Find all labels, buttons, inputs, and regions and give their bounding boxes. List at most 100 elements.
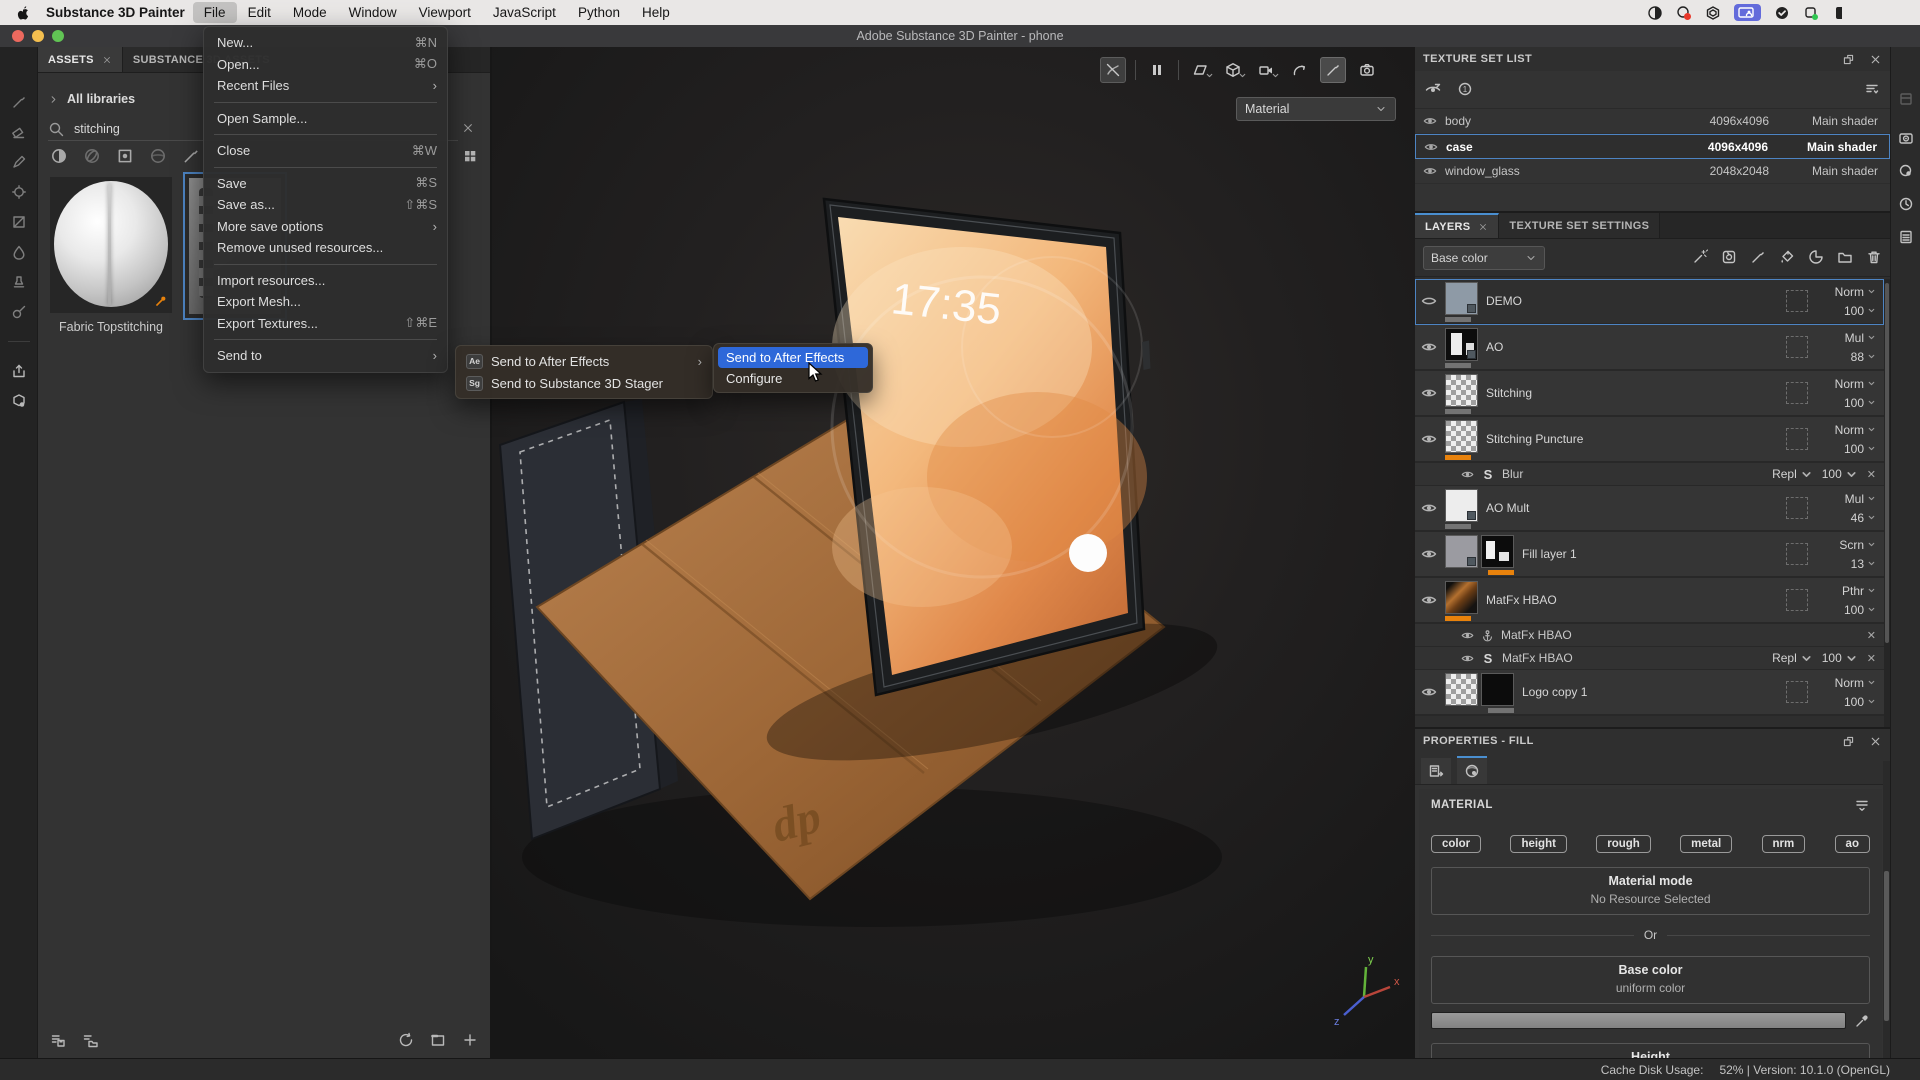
effect-row-blur[interactable]: S Blur Repl 100 ✕ [1415, 463, 1884, 486]
geometry-mode-button[interactable] [1221, 58, 1246, 82]
texture-set-shader[interactable]: Main shader [1777, 164, 1882, 178]
screen-record-icon[interactable] [1676, 4, 1692, 21]
mask-placeholder[interactable] [1786, 681, 1808, 703]
file-menu-item-recent-files[interactable]: Recent Files › [204, 75, 447, 97]
file-menu-item-open[interactable]: Open... ⌘O [204, 54, 447, 76]
opacity-select[interactable]: 13 [1851, 557, 1876, 571]
layer-row-stitching[interactable]: Stitching Norm 100 [1415, 371, 1884, 417]
texture-set-shader[interactable]: Main shader [1776, 140, 1881, 154]
layer-mask-thumbnail[interactable] [1481, 535, 1514, 568]
asset-thumbnail[interactable] [50, 177, 172, 313]
eye-icon[interactable] [1461, 628, 1474, 642]
blend-mode-select[interactable]: Norm [1835, 377, 1876, 391]
mask-placeholder[interactable] [1786, 497, 1808, 519]
battery-icon[interactable] [1832, 4, 1842, 21]
texture-set-row-window-glass[interactable]: window_glass 2048x2048 Main shader [1415, 159, 1890, 184]
file-menu-item-remove-unused-resources[interactable]: Remove unused resources... [204, 237, 447, 259]
layer-thumbnail[interactable] [1445, 374, 1478, 407]
channel-metal-button[interactable]: metal [1680, 835, 1733, 853]
smudge-tool[interactable] [6, 237, 32, 267]
close-panel-icon[interactable] [1869, 735, 1882, 748]
texture-set-row-case[interactable]: case 4096x4096 Main shader [1415, 134, 1890, 159]
blend-mode-select[interactable]: Norm [1835, 285, 1876, 299]
menu-python[interactable]: Python [567, 2, 631, 23]
hide-strokes-button[interactable] [1100, 57, 1126, 83]
layer-thumbnail[interactable] [1445, 489, 1478, 522]
opacity-select[interactable]: 46 [1851, 511, 1876, 525]
projection-mode-button[interactable] [1188, 58, 1213, 82]
remove-effect-button[interactable]: ✕ [1867, 468, 1876, 481]
opacity-select[interactable]: 100 [1844, 603, 1876, 617]
menu-javascript[interactable]: JavaScript [482, 2, 567, 23]
solo-view-icon[interactable]: 1 [1457, 81, 1473, 99]
blend-mode-select[interactable]: Mul [1845, 331, 1876, 345]
paint-tool-button[interactable] [1320, 57, 1346, 83]
layer-row-logo-copy-1[interactable]: Logo copy 1 Norm 100 [1415, 670, 1884, 716]
eye-icon[interactable] [1421, 591, 1445, 609]
close-tab-icon[interactable] [1478, 222, 1488, 232]
file-menu-item-open-sample[interactable]: Open Sample... [204, 108, 447, 130]
layer-row-fill-layer-1[interactable]: Fill layer 1 Scrn 13 [1415, 532, 1884, 578]
file-menu-item-export-textures[interactable]: Export Textures... ⇧⌘E [204, 313, 447, 335]
tab-texture-set-settings[interactable]: TEXTURE SET SETTINGS [1499, 213, 1661, 238]
color-swatch[interactable] [1431, 1012, 1846, 1029]
filter-brushes[interactable] [182, 147, 200, 165]
effect-opacity-select[interactable]: 100 [1822, 651, 1858, 665]
library-filter[interactable]: All libraries [48, 92, 135, 106]
filter-smart-materials[interactable] [83, 147, 101, 165]
instantiate-layer-button[interactable] [1721, 249, 1737, 267]
display-settings-panel-icon[interactable] [1896, 128, 1916, 148]
tab-layer-stack[interactable] [1421, 758, 1451, 784]
material-mode-box[interactable]: Material mode No Resource Selected [1431, 867, 1870, 915]
channel-nrm-button[interactable]: nrm [1761, 835, 1806, 853]
layer-thumbnail[interactable] [1445, 535, 1478, 568]
effect-opacity-select[interactable]: 100 [1822, 467, 1858, 481]
viewport-scene[interactable]: dp 17:35 y x z [492, 47, 1415, 1058]
eye-icon[interactable] [1421, 545, 1445, 563]
apple-icon[interactable] [8, 4, 38, 20]
add-smart-material-button[interactable] [1808, 249, 1824, 267]
mask-placeholder[interactable] [1786, 543, 1808, 565]
layer-mask-thumbnail[interactable] [1481, 673, 1514, 706]
close-tab-icon[interactable] [102, 55, 112, 65]
history-panel-icon[interactable] [1896, 194, 1916, 214]
send-to-library-button[interactable] [6, 386, 32, 416]
material-picker-tool[interactable] [6, 297, 32, 327]
send-to-item-send-to-after-effects[interactable]: Ae Send to After Effects › [456, 350, 712, 372]
channel-color-button[interactable]: color [1431, 835, 1482, 853]
eye-icon[interactable] [1461, 467, 1474, 481]
shelf-icon[interactable] [1896, 89, 1916, 109]
add-paint-layer-button[interactable] [1750, 249, 1766, 267]
menu-window[interactable]: Window [338, 2, 408, 23]
opacity-select[interactable]: 100 [1844, 695, 1876, 709]
channel-height-button[interactable]: height [1510, 835, 1567, 853]
layer-thumbnail[interactable] [1445, 328, 1478, 361]
opacity-select[interactable]: 100 [1844, 396, 1876, 410]
effect-row-matfx-hbao[interactable]: MatFx HBAO ✕ [1415, 624, 1884, 647]
ae-menu-item-send-to-after-effects[interactable]: Send to After Effects [718, 347, 868, 368]
blend-mode-select[interactable]: Norm [1835, 423, 1876, 437]
eye-icon[interactable] [1421, 338, 1445, 356]
effect-row-matfx-hbao[interactable]: S MatFx HBAO Repl 100 ✕ [1415, 647, 1884, 670]
channel-ao-button[interactable]: ao [1834, 835, 1870, 853]
properties-scrollbar[interactable] [1883, 761, 1890, 1058]
eye-icon[interactable] [1421, 430, 1445, 448]
file-menu-item-close[interactable]: Close ⌘W [204, 140, 447, 162]
menu-file[interactable]: File [192, 2, 237, 23]
send-to-item-send-to-substance-3d-stager[interactable]: Sg Send to Substance 3D Stager [456, 372, 712, 394]
file-menu-item-export-mesh[interactable]: Export Mesh... [204, 291, 447, 313]
shelf-folder-icon[interactable] [82, 1031, 98, 1049]
file-menu-item-new[interactable]: New... ⌘N [204, 32, 447, 54]
new-shelf-icon[interactable] [430, 1031, 446, 1049]
screen-sharing-active-icon[interactable] [1734, 4, 1761, 21]
layer-thumbnail[interactable] [1445, 282, 1478, 315]
verified-badge-icon[interactable] [1774, 4, 1790, 21]
file-menu-item-send-to[interactable]: Send to › [204, 345, 447, 367]
mask-placeholder[interactable] [1786, 589, 1808, 611]
layer-row-stitching-puncture[interactable]: Stitching Puncture Norm 100 [1415, 417, 1884, 463]
undock-panel-icon[interactable] [1842, 53, 1855, 66]
shader-settings-panel-icon[interactable] [1896, 161, 1916, 181]
filter-textures[interactable] [116, 147, 134, 165]
quick-export-button[interactable] [6, 356, 32, 386]
rotate-tangent-button[interactable] [1287, 58, 1311, 82]
